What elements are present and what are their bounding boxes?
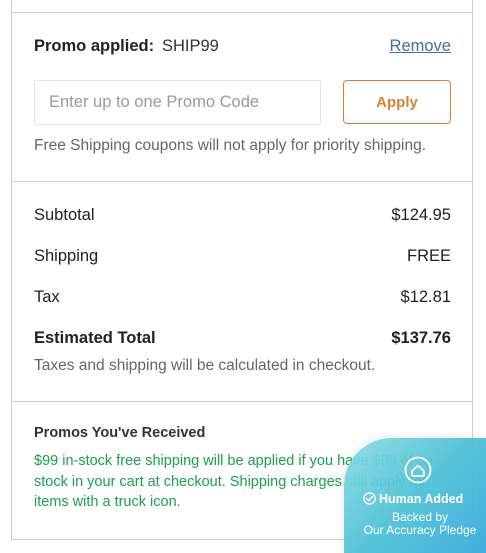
shipping-label: Shipping [34, 247, 99, 265]
subtotal-row: Subtotal $124.95 [34, 206, 451, 228]
badge-title: Human Added [363, 492, 483, 508]
promo-applied-code: SHIP99 [162, 37, 219, 55]
tax-value: $12.81 [400, 288, 451, 306]
subtotal-label: Subtotal [34, 206, 95, 224]
estimated-total-label: Estimated Total [34, 329, 156, 347]
badge-subtitle: Backed by Our Accuracy Pledge [344, 511, 486, 537]
estimated-total-row: Estimated Total $137.76 [34, 329, 451, 351]
tax-row: Tax $12.81 [34, 288, 451, 310]
shipping-coupon-note: Free Shipping coupons will not apply for… [34, 137, 427, 154]
badge-title-text: Human Added [379, 492, 464, 506]
check-circle-icon [363, 492, 376, 505]
divider [12, 181, 472, 182]
subtotal-value: $124.95 [391, 206, 451, 224]
shipping-value: FREE [406, 247, 451, 265]
divider [12, 401, 472, 402]
tax-shipping-note: Taxes and shipping will be calculated in… [34, 357, 376, 374]
promo-applied-label: Promo applied: [34, 37, 155, 55]
divider [12, 12, 472, 13]
promo-applied-row: Promo applied: SHIP99 Remove [34, 37, 451, 59]
promo-code-input[interactable] [34, 80, 321, 125]
remove-promo-link[interactable]: Remove [390, 37, 451, 56]
accuracy-pledge-badge[interactable]: Human Added Backed by Our Accuracy Pledg… [344, 438, 486, 553]
tax-label: Tax [34, 288, 60, 306]
house-shield-icon [404, 456, 432, 484]
badge-pledge: Our Accuracy Pledge [363, 523, 477, 537]
promos-received-title: Promos You've Received [34, 425, 206, 441]
estimated-total-value: $137.76 [391, 329, 451, 347]
shipping-row: Shipping FREE [34, 247, 451, 269]
apply-promo-button[interactable]: Apply [343, 80, 451, 124]
